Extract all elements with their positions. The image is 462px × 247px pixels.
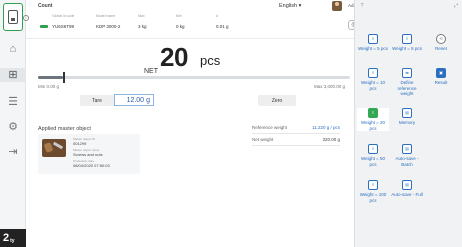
tile-label: Reset (435, 46, 447, 51)
tile-label: Weight = 5 pcs (358, 46, 388, 51)
divider (252, 133, 340, 134)
scale-50-icon: ≡ (368, 144, 378, 154)
info-label: Model name (96, 14, 116, 18)
left-nav: i ⌂ ⊞ ☰ ⚙ ⇥ 2 ty (0, 0, 29, 247)
tile-label: Weight = 10 pcs (360, 80, 386, 91)
tile-label: Auto-save - Full (391, 192, 423, 197)
home-icon[interactable]: ⌂ (6, 42, 20, 56)
divider (252, 145, 340, 146)
help-icon[interactable]: ? (359, 3, 365, 9)
tile-label: Define reference weight (397, 80, 417, 96)
result-icon: ▣ (436, 68, 446, 78)
tile-label: Result (434, 80, 448, 85)
info-label: d (216, 14, 218, 18)
master-object-card[interactable]: Master object ID 001299 Master object na… (38, 134, 140, 174)
scale-5b-icon: ≡ (402, 34, 412, 44)
info-field: Min 0 kg (176, 14, 185, 29)
info-label: Max (138, 14, 145, 18)
info-label: Min (176, 14, 182, 18)
tile-label: Weight = 5 pcs (392, 46, 422, 51)
tile-label: Auto-save - Batch (395, 156, 419, 167)
info-icon[interactable]: i (23, 15, 29, 21)
device-info-strip: Global id code YU6S6T99 Model name KDP 3… (38, 14, 360, 34)
autosave-full-icon: ▤ (402, 180, 412, 190)
master-section-title: Applied master object (38, 126, 91, 132)
tare-unit: g (146, 96, 150, 104)
tile-weight-100[interactable]: ≡ Weight = 100 pcs (357, 180, 389, 203)
tile-label: Weight = 100 pcs (359, 192, 387, 203)
tile-weight-50[interactable]: ≡ Weight = 50 pcs (357, 144, 389, 167)
tile-reset[interactable]: ⟲ Reset (425, 34, 457, 52)
nav-counter: 2 ty (0, 229, 26, 247)
nav-counter-value: 2 (3, 232, 10, 244)
logout-icon[interactable]: ⇥ (6, 145, 20, 159)
tile-weight-5b[interactable]: ≡ Weight = 5 pcs (391, 34, 423, 52)
avatar[interactable] (332, 1, 342, 11)
info-label: Global id code (52, 14, 75, 18)
info-value: 0.01 g (216, 24, 229, 29)
info-value: 3 kg (138, 24, 147, 29)
reference-weight-value[interactable]: 11.220 g / pcs (280, 125, 340, 130)
tile-define-reference[interactable]: ⇆ Define reference weight (391, 68, 423, 97)
scale-100-icon: ≡ (368, 180, 378, 190)
autosave-batch-icon: ▤ (402, 144, 412, 154)
scale-icon[interactable] (3, 3, 23, 31)
define-icon: ⇆ (402, 68, 412, 78)
language-selector[interactable]: English ▾ (279, 3, 301, 9)
zero-button[interactable]: Zero (258, 95, 296, 106)
range-max-label: Max 3,000.00 g (314, 84, 346, 89)
info-field: Max 3 kg (138, 14, 147, 29)
master-object-image (42, 139, 66, 157)
info-field: Global id code YU6S6T99 (52, 14, 74, 29)
info-value: 0 kg (176, 24, 185, 29)
language-label: English (279, 3, 298, 9)
tile-label: Weight = 50 pcs (360, 156, 386, 167)
scale-10-icon: ≡ (368, 68, 378, 78)
tile-weight-5[interactable]: ≡ Weight = 5 pcs (357, 34, 389, 52)
info-value: YU6S6T99 (52, 24, 75, 29)
net-prefix: NET (144, 68, 158, 75)
range-bar-fill (38, 76, 63, 79)
tare-field[interactable]: 12.00 g (114, 94, 154, 106)
memory-icon: ▤ (402, 108, 412, 118)
database-icon[interactable]: ☰ (6, 95, 20, 109)
master-field-value: 001299 (73, 141, 87, 146)
tare-button[interactable]: Tare (80, 95, 114, 106)
net-weight-label: Net weight (252, 137, 274, 142)
weight-unit: pcs (200, 53, 221, 68)
scale-5-icon: ≡ (368, 34, 378, 44)
tile-result[interactable]: ▣ Result (425, 68, 457, 86)
nav-counter-sub: ty (10, 237, 15, 244)
action-panel: ? ⤢ ≡ Weight = 5 pcs ≡ Weight = 5 pcs ⟲ … (354, 0, 462, 247)
range-min-label: Min 0.00 g (38, 84, 60, 89)
info-field: Model name KDP 3000-2 (96, 14, 120, 29)
reset-icon: ⟲ (436, 34, 446, 44)
tile-weight-20[interactable]: ≡ Weight = 20 pcs (357, 108, 389, 131)
range-bar-marker (63, 72, 65, 83)
scale-20-icon: ≡ (368, 108, 378, 118)
page-title: Count (38, 3, 53, 9)
tile-label: Weight = 20 pcs (360, 120, 386, 131)
weight-value: 20 (160, 42, 188, 72)
master-field-value: Screws and nuts (73, 152, 103, 157)
grid-icon[interactable]: ⊞ (0, 68, 26, 82)
net-weight-value: 320.00 g (322, 137, 340, 142)
divider (26, 38, 354, 39)
range-bar (38, 76, 350, 79)
master-field-value: 08/04/2020 07:50:03 (73, 163, 110, 168)
info-value: KDP 3000-2 (96, 24, 121, 29)
expand-icon[interactable]: ⤢ (453, 3, 459, 9)
tile-memory[interactable]: ▤ Memory (391, 108, 423, 126)
tile-autosave-full[interactable]: ▤ Auto-save - Full (391, 180, 423, 198)
tile-weight-10[interactable]: ≡ Weight = 10 pcs (357, 68, 389, 91)
tile-autosave-batch[interactable]: ▤ Auto-save - Batch (391, 144, 423, 167)
battery-icon (40, 25, 48, 28)
info-field: d 0.01 g (216, 14, 229, 29)
tare-value: 12.00 (126, 96, 145, 104)
tile-label: Memory (398, 120, 416, 125)
top-bar: Count English ▾ Admin, Default (26, 0, 378, 12)
settings-icon[interactable]: ⚙ (6, 120, 20, 134)
